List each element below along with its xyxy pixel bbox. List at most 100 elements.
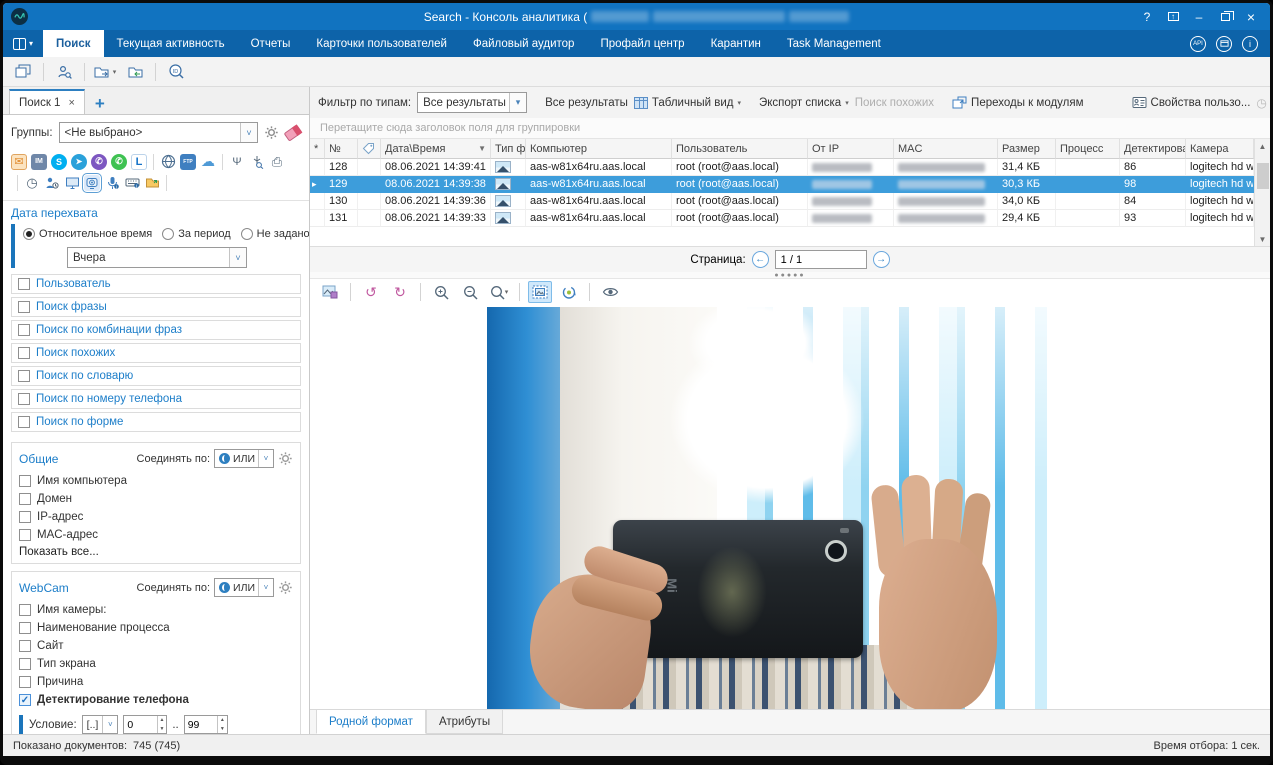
main-menu-button[interactable]: ▾ (3, 30, 43, 57)
api-icon[interactable]: API (1190, 36, 1206, 52)
cloud-icon[interactable]: ☁ (200, 154, 216, 170)
show-all-link[interactable]: Показать все... (19, 546, 293, 558)
user-search-button[interactable] (51, 60, 77, 84)
col-header-from-ip[interactable]: От IP (808, 139, 894, 159)
col-header-computer[interactable]: Компьютер (526, 139, 672, 159)
filter-by-type-select[interactable]: Все результаты ▾ (417, 92, 527, 113)
next-page-button[interactable]: → (873, 251, 890, 268)
stepper-arrows[interactable]: ▲▼ (217, 716, 227, 733)
mail-icon[interactable]: ✉ (11, 154, 27, 170)
close-button[interactable]: × (1240, 8, 1262, 26)
checkbox[interactable] (19, 676, 31, 688)
webcam-phone-detection[interactable]: ✓Детектирование телефона (19, 691, 293, 709)
checkbox[interactable] (19, 622, 31, 634)
radio-relative-time[interactable]: Относительное время (23, 228, 152, 240)
checkbox[interactable] (18, 278, 30, 290)
zoom-in-button[interactable] (429, 281, 453, 303)
table-row-selected[interactable]: ▸ 129 08.06.2021 14:39:38 aas-w81x64ru.a… (310, 176, 1254, 193)
webcam-site[interactable]: Сайт (19, 637, 293, 655)
zoom-out-button[interactable] (458, 281, 482, 303)
checkbox-checked[interactable]: ✓ (19, 694, 31, 706)
monitor-icon[interactable] (64, 175, 80, 191)
tab-current-activity[interactable]: Текущая активность (104, 30, 238, 57)
tab-task-management[interactable]: Task Management (774, 30, 894, 57)
page-input[interactable] (775, 250, 867, 269)
gear-icon[interactable] (264, 125, 279, 140)
table-view-button[interactable]: Табличный вид ▾ (634, 97, 741, 109)
gear-icon[interactable] (278, 451, 293, 466)
webcam-icon[interactable] (84, 175, 100, 191)
help-button[interactable]: ? (1136, 8, 1158, 26)
eye-icon[interactable] (598, 281, 622, 303)
col-header-datetime[interactable]: Дата\Время▼ (381, 139, 491, 159)
info-icon[interactable]: i (1242, 36, 1258, 52)
telegram-icon[interactable]: ➤ (71, 154, 87, 170)
microphone-icon[interactable]: i (104, 175, 120, 191)
webcam-reason[interactable]: Причина (19, 673, 293, 691)
gear-icon[interactable] (278, 580, 293, 595)
chevron-down-icon[interactable]: ▾ (509, 93, 526, 112)
eraser-icon[interactable] (284, 124, 303, 141)
checkbox[interactable] (19, 511, 31, 523)
export-list-button[interactable]: Экспорт списка ▾ (759, 97, 849, 109)
webcam-join-select[interactable]: ИЛИ ˅ (214, 578, 274, 597)
checkbox[interactable] (18, 347, 30, 359)
condition-to-input[interactable] (185, 716, 217, 733)
tab-quarantine[interactable]: Карантин (698, 30, 774, 57)
groups-select[interactable]: <Не выбрано> ˅ (59, 122, 258, 143)
fit-to-window-button[interactable] (528, 281, 552, 303)
chevron-down-icon[interactable]: ˅ (102, 716, 117, 733)
condition-from-stepper[interactable]: ▲▼ (123, 715, 167, 734)
chevron-down-icon[interactable]: ˅ (229, 248, 246, 267)
table-row[interactable]: 131 08.06.2021 14:39:33 aas-w81x64ru.aas… (310, 210, 1254, 227)
shared-folder-icon[interactable] (144, 175, 160, 191)
filter-phrase-combination[interactable]: Поиск по комбинации фраз (11, 320, 301, 340)
tab-reports[interactable]: Отчеты (238, 30, 304, 57)
col-header-mac[interactable]: MAC (894, 139, 998, 159)
checkbox[interactable] (19, 640, 31, 652)
relative-period-select[interactable]: Вчера ˅ (67, 247, 247, 268)
checkbox[interactable] (19, 604, 31, 616)
checkbox[interactable] (18, 324, 30, 336)
common-computer-name[interactable]: Имя компьютера (19, 472, 293, 490)
radio-not-set[interactable]: Не задано (241, 228, 309, 240)
tab-native-format[interactable]: Родной формат (316, 710, 426, 734)
go-to-modules-button[interactable]: Переходы к модулям (952, 96, 1083, 109)
chevron-down-icon[interactable]: ˅ (240, 123, 257, 142)
checkbox[interactable] (19, 529, 31, 541)
tab-file-auditor[interactable]: Файловый аудитор (460, 30, 588, 57)
windows-layout-button[interactable] (10, 60, 36, 84)
checkbox[interactable] (18, 393, 30, 405)
checkbox[interactable] (19, 658, 31, 670)
filter-form-search[interactable]: Поиск по форме (11, 412, 301, 432)
filter-dictionary-search[interactable]: Поиск по словарю (11, 366, 301, 386)
condition-from-input[interactable] (124, 716, 156, 733)
tab-search[interactable]: Поиск (43, 30, 104, 57)
all-results-button[interactable]: Все результаты (545, 97, 628, 109)
col-header-process[interactable]: Процесс (1056, 139, 1120, 159)
database-icon[interactable] (1216, 36, 1232, 52)
prev-page-button[interactable]: ← (752, 251, 769, 268)
checkbox[interactable] (18, 416, 30, 428)
col-header-filetype[interactable]: Тип фа (491, 139, 526, 159)
col-header-star[interactable]: * (310, 139, 325, 159)
device-search-icon[interactable] (249, 154, 265, 170)
common-domain[interactable]: Домен (19, 490, 293, 508)
rotate-right-icon[interactable]: ↻ (388, 281, 412, 303)
usb-icon[interactable]: Ψ (229, 154, 245, 170)
filter-similar-search[interactable]: Поиск похожих (11, 343, 301, 363)
printer-icon[interactable]: ⎙ (269, 154, 285, 170)
group-by-bar[interactable]: Перетащите сюда заголовок поля для групп… (310, 118, 1270, 139)
checkbox[interactable] (19, 493, 31, 505)
filter-user[interactable]: Пользователь (11, 274, 301, 294)
tab-user-cards[interactable]: Карточки пользователей (303, 30, 460, 57)
im-icon[interactable]: IM (31, 154, 47, 170)
whatsapp-icon[interactable]: ✆ (111, 154, 127, 170)
table-scrollbar[interactable]: ▲ ▼ (1254, 139, 1270, 246)
splitter-handle[interactable]: ●●●●● (310, 272, 1270, 279)
http-icon[interactable] (160, 154, 176, 170)
scroll-up-icon[interactable]: ▲ (1259, 139, 1267, 153)
clock-icon[interactable]: ◷ (24, 175, 40, 191)
condition-operator-select[interactable]: [..] ˅ (82, 715, 119, 734)
stepper-arrows[interactable]: ▲▼ (157, 716, 167, 733)
